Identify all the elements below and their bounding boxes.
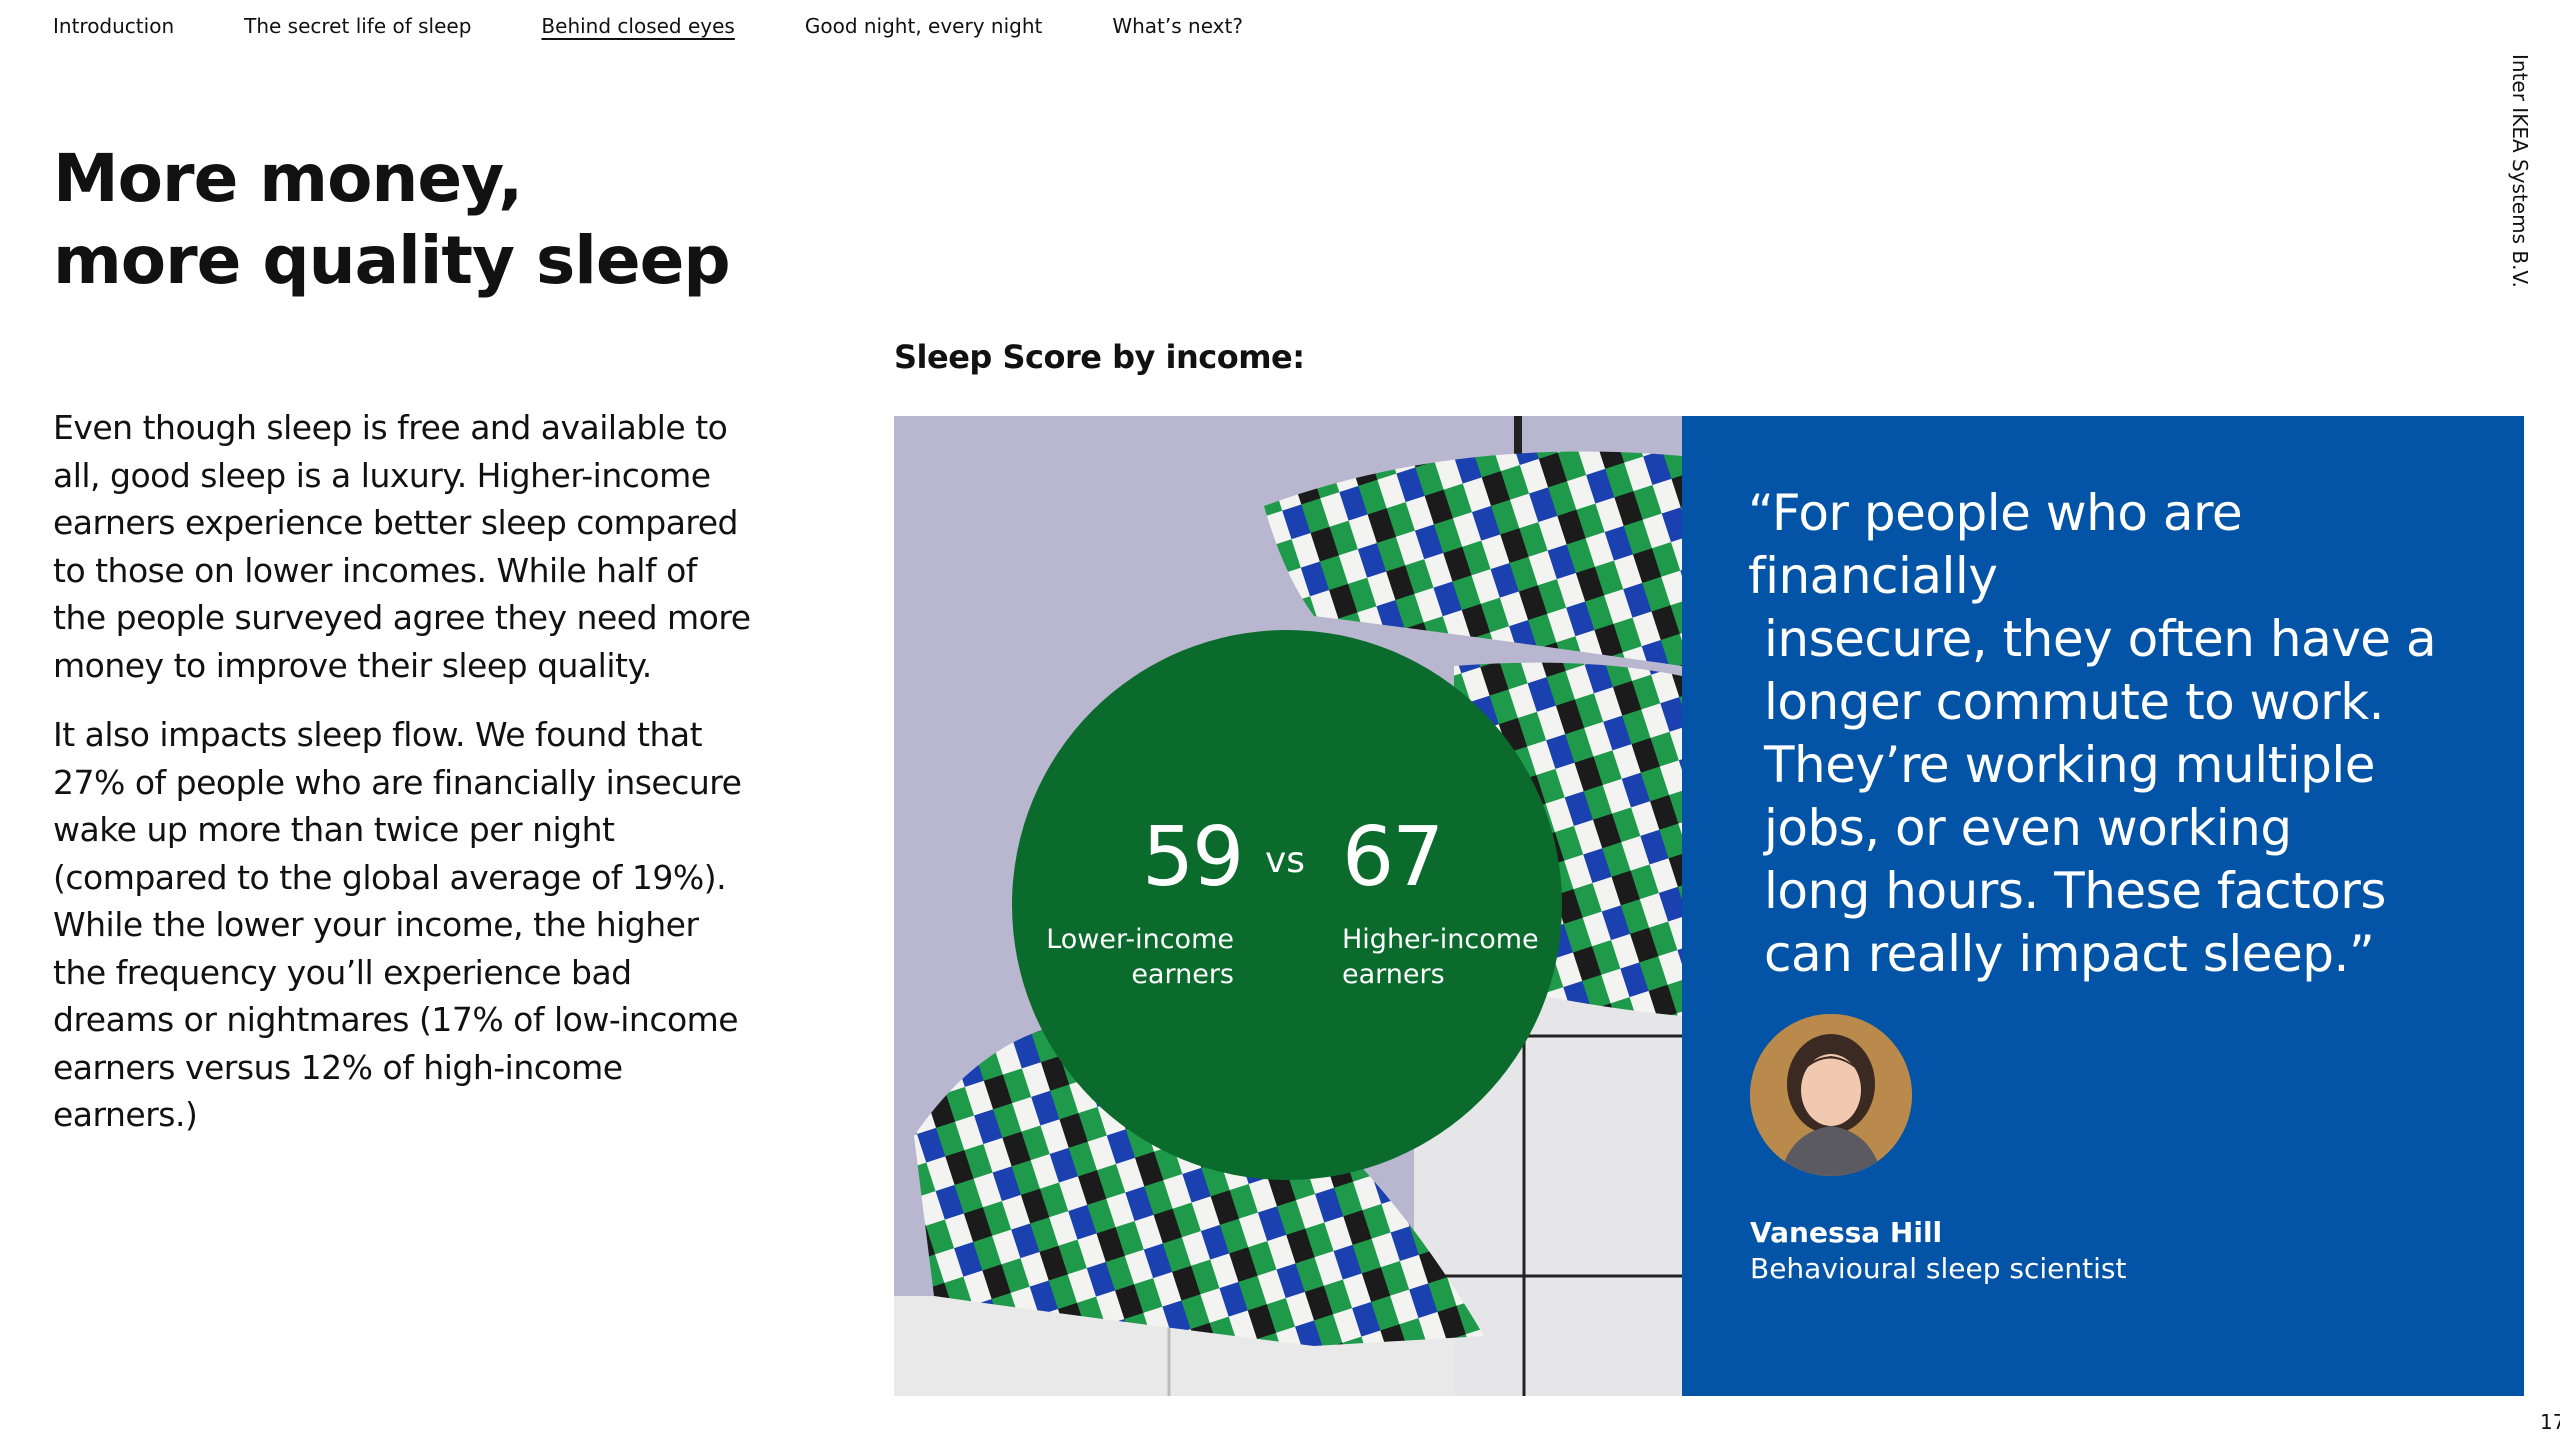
quote-line-1: “For people who are financially [1748, 484, 2243, 605]
quote-line-4: They’re working multiple [1764, 736, 2375, 794]
high-income-score: 67 [1342, 810, 1444, 905]
nav-behind-closed-eyes[interactable]: Behind closed eyes [541, 14, 734, 38]
nav-good-night-every-night[interactable]: Good night, every night [805, 14, 1043, 38]
avatar [1750, 1014, 1912, 1176]
quote-panel: “For people who are financially insecure… [1682, 416, 2524, 1396]
quote-line-3: longer commute to work. [1764, 673, 2385, 731]
title-line-1: More money, [53, 140, 523, 217]
low-income-score: 59 [1142, 810, 1244, 905]
quote-line-6: long hours. These factors [1764, 862, 2386, 920]
sleep-score-heading: Sleep Score by income: [894, 338, 1305, 376]
nav-whats-next[interactable]: What’s next? [1112, 14, 1243, 38]
quote-line-2: insecure, they often have a [1764, 610, 2437, 668]
person-role: Behavioural sleep scientist [1750, 1252, 2127, 1285]
portrait-icon [1750, 1014, 1912, 1176]
body-paragraph-2: It also impacts sleep flow. We found tha… [53, 715, 742, 1134]
page-number: 17 [2540, 1410, 2560, 1434]
brand-vertical-text: Inter IKEA Systems B.V. [2508, 54, 2532, 288]
person-name: Vanessa Hill [1750, 1216, 1943, 1249]
nav-introduction[interactable]: Introduction [53, 14, 174, 38]
expert-quote: “For people who are financially insecure… [1748, 482, 2488, 986]
high-income-label-line-1: Higher-income [1342, 924, 1539, 955]
top-navigation: Introduction The secret life of sleep Be… [53, 14, 1243, 38]
high-income-label: Higher-income earners [1342, 922, 1582, 992]
versus-label: vs [1265, 840, 1306, 881]
low-income-label-line-1: Lower-income [1046, 924, 1234, 955]
quote-line-5: jobs, or even working [1764, 799, 2292, 857]
quote-line-7: can really impact sleep.” [1764, 925, 2375, 983]
high-income-label-line-2: earners [1342, 959, 1445, 990]
low-income-label: Lower-income earners [1014, 922, 1234, 992]
title-line-2: more quality sleep [53, 222, 731, 299]
nav-secret-life-of-sleep[interactable]: The secret life of sleep [244, 14, 471, 38]
low-income-label-line-2: earners [1131, 959, 1234, 990]
sleep-score-circle: 59 vs 67 Lower-income earners Higher-inc… [1012, 630, 1562, 1180]
body-paragraph-1: Even though sleep is free and available … [53, 408, 751, 685]
page-title: More money, more quality sleep [53, 138, 731, 302]
body-copy: Even though sleep is free and available … [53, 404, 753, 1139]
